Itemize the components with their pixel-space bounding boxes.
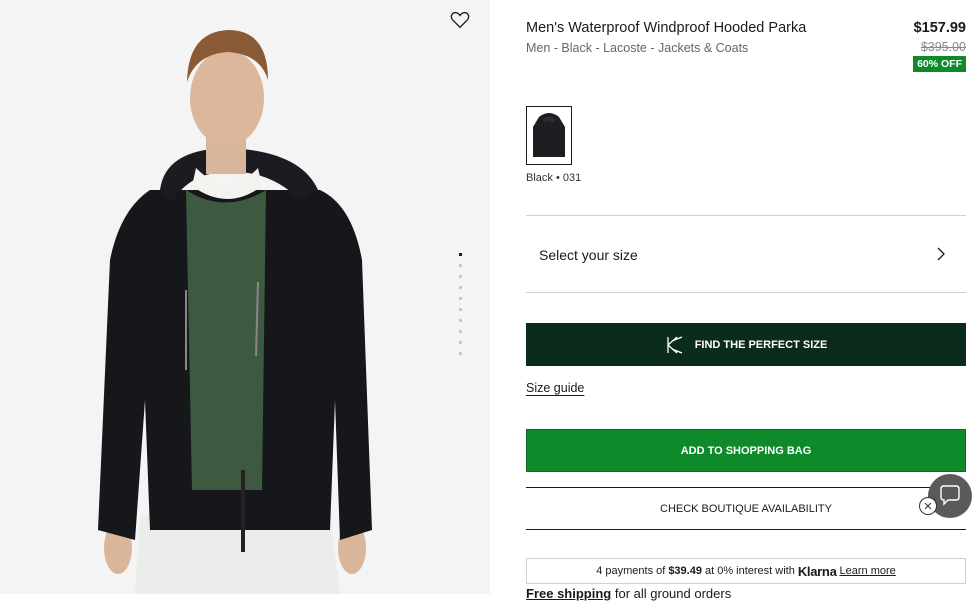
add-to-bag-button[interactable]: ADD TO SHOPPING BAG [526, 429, 966, 472]
chevron-right-icon [937, 247, 945, 261]
pagination-dot[interactable] [459, 308, 462, 311]
heart-icon[interactable] [449, 9, 471, 31]
pagination-dot[interactable] [459, 275, 462, 278]
klarna-logo: Klarna [797, 563, 837, 579]
discount-badge: 60% OFF [913, 56, 966, 72]
size-selector[interactable]: Select your size [526, 215, 966, 293]
check-boutique-button[interactable]: CHECK BOUTIQUE AVAILABILITY [526, 487, 966, 530]
klarna-banner: 4 payments of $39.49 at 0% interest with… [526, 558, 966, 584]
klarna-middle: at 0% interest with [704, 565, 795, 577]
color-label: Black • 031 [526, 172, 582, 184]
product-breadcrumbs: Men - Black - Lacoste - Jackets & Coats [526, 41, 749, 55]
close-icon[interactable]: ✕ [919, 497, 937, 515]
klarna-prefix: 4 payments of [596, 565, 666, 577]
pagination-dot[interactable] [459, 253, 462, 256]
product-title: Men's Waterproof Windproof Hooded Parka [526, 20, 807, 36]
size-selector-label: Select your size [539, 247, 638, 263]
pagination-dot[interactable] [459, 297, 462, 300]
image-pagination [459, 253, 463, 363]
product-gallery [0, 0, 490, 594]
find-perfect-size-label: FIND THE PERFECT SIZE [694, 338, 828, 351]
find-perfect-size-button[interactable]: FIND THE PERFECT SIZE [526, 323, 966, 366]
klarna-amount: $39.49 [668, 565, 702, 577]
pagination-dot[interactable] [459, 319, 462, 322]
pagination-dot[interactable] [459, 341, 462, 344]
fit-finder-icon [667, 335, 682, 354]
product-photo[interactable] [0, 0, 490, 594]
size-guide-link[interactable]: Size guide [526, 381, 584, 395]
pagination-dot[interactable] [459, 352, 462, 355]
pagination-dot[interactable] [459, 286, 462, 289]
jacket-thumbnail-icon [533, 113, 565, 157]
sale-price: $157.99 [913, 20, 966, 36]
original-price: $395.00 [920, 40, 966, 54]
color-swatch-black[interactable] [526, 106, 572, 165]
pagination-dot[interactable] [459, 264, 462, 267]
klarna-learn-more-link[interactable]: Learn more [840, 565, 896, 577]
pagination-dot[interactable] [459, 330, 462, 333]
